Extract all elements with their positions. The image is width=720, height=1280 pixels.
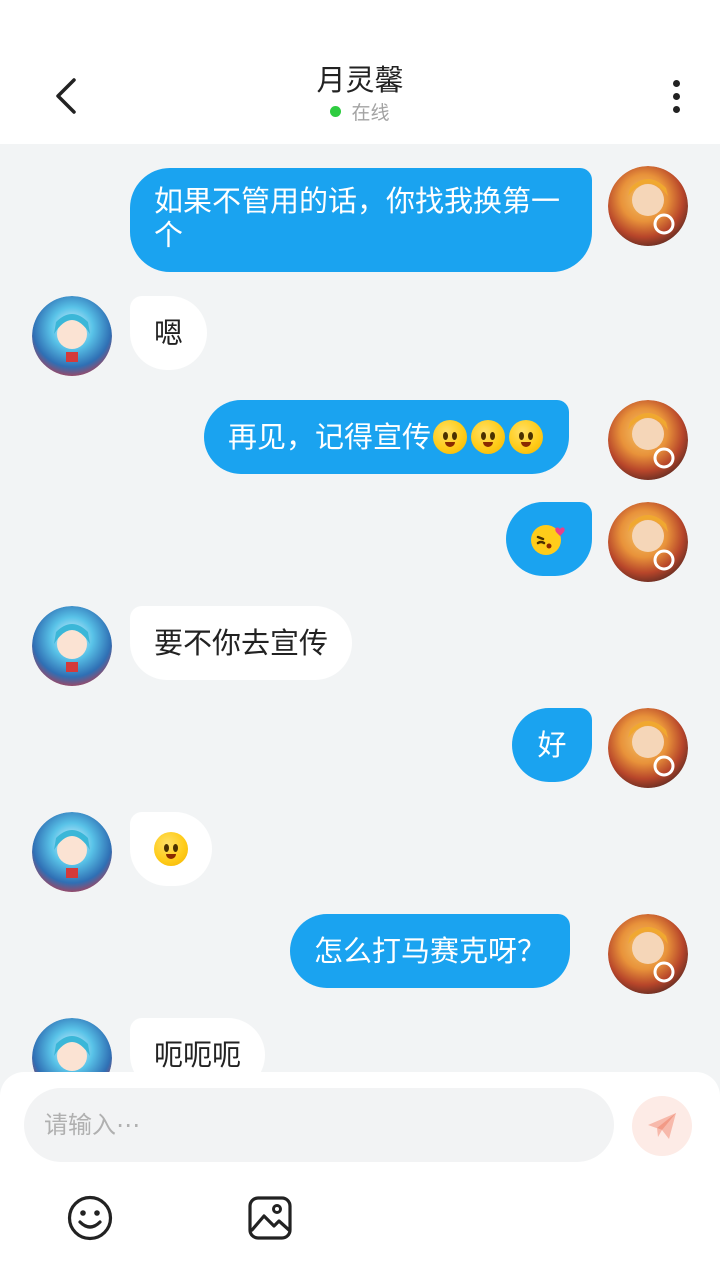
chat-header: 月灵馨 在线	[0, 0, 720, 144]
image-icon	[248, 1196, 292, 1240]
grinning-face-emoji-icon	[433, 420, 468, 454]
contact-avatar[interactable]	[32, 812, 112, 892]
message-text: 呃呃呃	[154, 1038, 242, 1072]
message-text: 再见，记得宣传	[228, 420, 432, 454]
message-text: 要不你去宣传	[154, 626, 329, 660]
more-vertical-icon	[672, 79, 680, 87]
kissing-heart-emoji-icon	[531, 525, 565, 555]
message-bubble-received[interactable]	[130, 812, 212, 886]
message-bubble-sent[interactable]: 再见，记得宣传	[204, 400, 570, 474]
contact-avatar[interactable]	[32, 606, 112, 686]
more-options-button[interactable]	[656, 74, 696, 118]
message-bubble-sent[interactable]: 怎么打马赛克呀？	[290, 914, 571, 988]
grinning-face-emoji-icon	[154, 832, 188, 866]
message-text: 如果不管用的话，你找我换第一个	[154, 184, 561, 252]
message-bubble-received[interactable]: 要不你去宣传	[130, 606, 353, 680]
grinning-face-emoji-icon	[509, 420, 544, 454]
message-text: 嗯	[154, 316, 184, 350]
my-avatar[interactable]	[608, 400, 688, 480]
my-avatar[interactable]	[608, 502, 688, 582]
online-dot-icon	[330, 106, 342, 117]
message-text: 怎么打马赛克呀？	[314, 934, 547, 968]
input-bar	[0, 1072, 720, 1280]
message-bubble-received[interactable]: 嗯	[130, 296, 208, 370]
status-label: 在线	[351, 102, 390, 124]
message-bubble-sent[interactable]	[506, 502, 592, 576]
send-button[interactable]	[632, 1096, 692, 1156]
contact-avatar[interactable]	[32, 296, 112, 376]
contact-avatar[interactable]	[32, 1018, 112, 1072]
emoji-button[interactable]	[66, 1194, 114, 1242]
message-bubble-sent[interactable]: 如果不管用的话，你找我换第一个	[130, 168, 592, 272]
message-input[interactable]	[24, 1088, 614, 1162]
my-avatar[interactable]	[608, 708, 688, 788]
image-button[interactable]	[246, 1194, 294, 1242]
message-list[interactable]: 如果不管用的话，你找我换第一个 嗯 再见，记得宣传 要不你去宣传 好 怎么打马赛…	[0, 144, 720, 1072]
smiley-icon	[67, 1195, 113, 1241]
paper-plane-icon	[648, 1113, 676, 1139]
my-avatar[interactable]	[608, 166, 688, 246]
message-text: 好	[537, 728, 567, 762]
contact-name: 月灵馨	[316, 63, 404, 97]
message-bubble-sent[interactable]: 好	[512, 708, 592, 782]
grinning-face-emoji-icon	[471, 420, 506, 454]
my-avatar[interactable]	[608, 914, 688, 994]
message-bubble-received[interactable]: 呃呃呃	[130, 1018, 266, 1072]
online-status: 在线	[0, 100, 720, 126]
